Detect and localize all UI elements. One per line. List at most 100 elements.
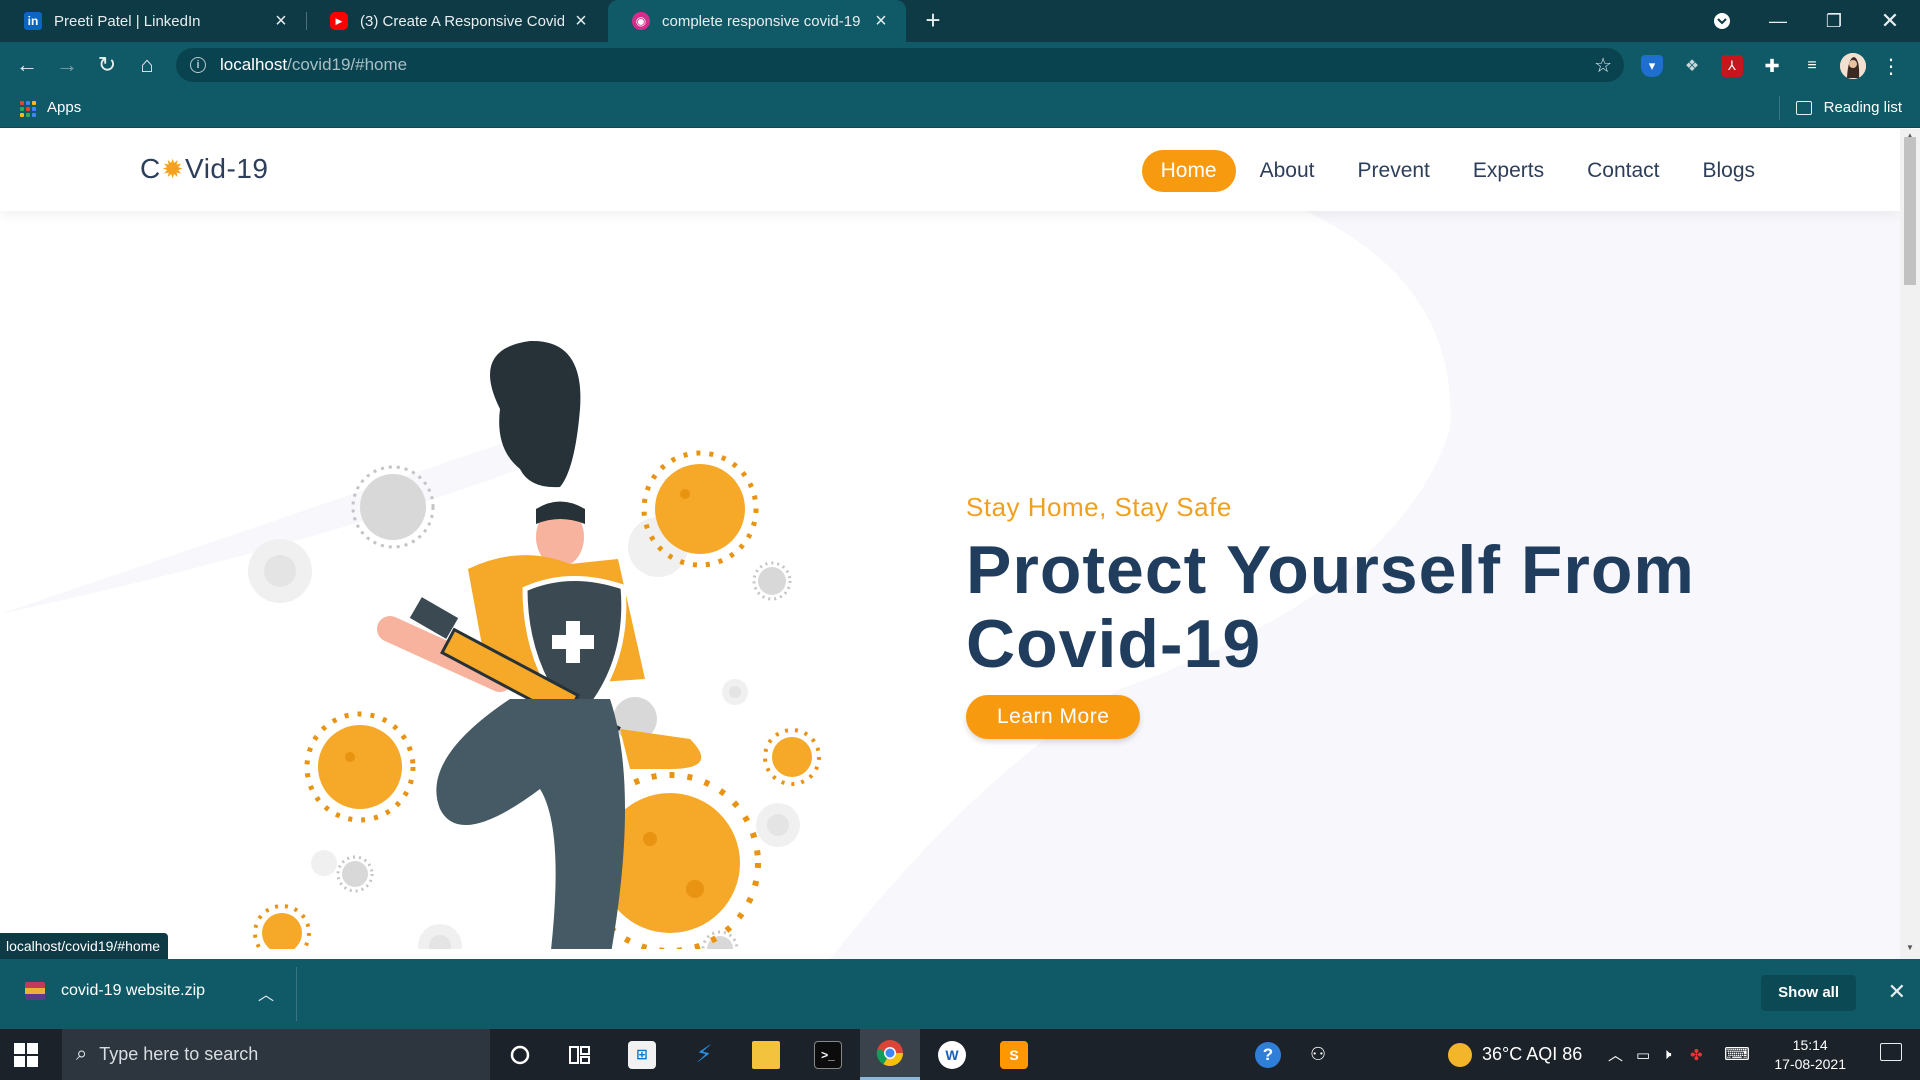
tab-title: (3) Create A Responsive Covid-19 xyxy=(360,12,564,30)
reading-list-button[interactable]: Reading list xyxy=(1795,99,1902,116)
close-window-icon[interactable]: ✕ xyxy=(1862,0,1918,42)
learn-more-button[interactable]: Learn More xyxy=(966,695,1141,739)
chrome-icon[interactable] xyxy=(860,1029,920,1080)
close-tab-icon[interactable]: × xyxy=(570,10,592,33)
nav-experts[interactable]: Experts xyxy=(1454,150,1563,192)
battery-icon[interactable]: ▭ xyxy=(1636,1029,1650,1080)
reload-icon[interactable]: ↻ xyxy=(92,50,122,80)
nav-blogs[interactable]: Blogs xyxy=(1683,150,1774,192)
search-icon: ⌕ xyxy=(76,1043,88,1065)
zip-file-icon xyxy=(25,982,45,1000)
tab-youtube[interactable]: ▶ (3) Create A Responsive Covid-19 × xyxy=(306,0,606,42)
page-scrollbar[interactable]: ▲ ▼ xyxy=(1900,129,1920,959)
vscode-icon[interactable]: ⚡ xyxy=(674,1029,734,1080)
site-favicon: ◉ xyxy=(632,12,650,30)
bookmarks-bar: Apps Reading list xyxy=(0,88,1920,128)
close-tab-icon[interactable]: × xyxy=(870,10,892,33)
tray-chevron-icon[interactable]: ︿ xyxy=(1608,1029,1623,1080)
bookmark-divider xyxy=(1779,96,1780,120)
restore-icon[interactable]: ❐ xyxy=(1806,0,1862,42)
site-info-icon[interactable]: i xyxy=(190,57,206,73)
weather-sun-icon xyxy=(1448,1042,1472,1067)
scrollbar-thumb[interactable] xyxy=(1904,137,1916,285)
headline-line-2: Covid-19 xyxy=(966,606,1262,682)
file-explorer-icon[interactable] xyxy=(736,1029,796,1080)
clock-time: 15:14 xyxy=(1792,1037,1828,1053)
link-status-bubble: localhost/covid19/#home xyxy=(0,933,169,959)
close-downloads-icon[interactable]: ✕ xyxy=(1888,979,1906,1005)
media-control-icon[interactable]: ≡ xyxy=(1801,55,1823,77)
linkedin-icon: in xyxy=(24,12,42,30)
hero-illustration xyxy=(248,340,821,949)
nav-home[interactable]: Home xyxy=(1141,150,1236,192)
new-tab-icon[interactable]: + xyxy=(919,7,947,35)
show-all-button[interactable]: Show all xyxy=(1761,975,1856,1011)
browser-tab-strip: in Preeti Patel | LinkedIn × ▶ (3) Creat… xyxy=(0,0,1920,42)
profile-avatar[interactable] xyxy=(1840,53,1866,79)
logo-text: Vid-19 xyxy=(185,153,269,184)
downloads-bar: covid-19 website.zip ︿ Show all ✕ xyxy=(0,959,1920,1029)
reading-list-label: Reading list xyxy=(1823,99,1902,116)
action-center-icon[interactable] xyxy=(1880,1043,1902,1061)
tab-title: Preeti Patel | LinkedIn xyxy=(54,12,201,30)
nav-about[interactable]: About xyxy=(1241,150,1334,192)
taskbar-clock[interactable]: 15:14 17-08-2021 xyxy=(1774,1036,1846,1074)
people-icon[interactable]: ⚇ xyxy=(1310,1029,1326,1080)
downloads-divider xyxy=(296,967,297,1021)
apps-grid-icon[interactable] xyxy=(20,101,36,117)
download-filename: covid-19 website.zip xyxy=(61,982,206,999)
url-host: localhost xyxy=(220,55,288,74)
url-path: /covid19/#home xyxy=(287,55,408,74)
address-url[interactable]: localhost/covid19/#home xyxy=(220,55,407,75)
menu-kebab-icon[interactable]: ⋮ xyxy=(1880,55,1902,78)
cortana-icon[interactable] xyxy=(490,1029,550,1080)
main-navigation: Home About Prevent Experts Contact Blogs xyxy=(1137,150,1774,192)
close-tab-icon[interactable]: × xyxy=(270,10,292,33)
chevron-up-icon[interactable]: ︿ xyxy=(258,981,274,1005)
tab-linkedin[interactable]: in Preeti Patel | LinkedIn × xyxy=(0,0,306,42)
weather-widget[interactable]: 36°C AQI 86 xyxy=(1448,1029,1582,1080)
terminal-icon[interactable]: >_ xyxy=(798,1029,858,1080)
hero-headline: Protect Yourself From Covid-19 xyxy=(966,533,1846,681)
tab-title: complete responsive covid-19 we xyxy=(662,12,864,30)
notification-app-icon[interactable]: ✤ xyxy=(1690,1029,1703,1080)
nav-prevent[interactable]: Prevent xyxy=(1339,150,1449,192)
home-icon[interactable]: ⌂ xyxy=(132,50,162,80)
youtube-icon: ▶ xyxy=(330,12,348,30)
taskbar-search[interactable]: ⌕ Type here to search xyxy=(62,1029,490,1080)
task-view-icon[interactable] xyxy=(550,1029,610,1080)
sublime-text-icon[interactable]: S xyxy=(984,1029,1044,1080)
dropbox-extension-icon[interactable]: ❖ xyxy=(1681,55,1703,77)
whiteboard-icon[interactable]: W xyxy=(922,1029,982,1080)
reading-list-icon xyxy=(1795,100,1812,115)
bookmark-star-icon[interactable]: ☆ xyxy=(1594,53,1612,78)
windows-start-icon[interactable] xyxy=(14,1043,38,1067)
forward-icon[interactable]: → xyxy=(52,50,82,80)
acrobat-extension-icon[interactable]: ⅄ xyxy=(1721,55,1743,77)
extensions-puzzle-icon[interactable]: ✚ xyxy=(1761,55,1783,77)
address-bar[interactable]: i localhost/covid19/#home ☆ xyxy=(176,48,1624,82)
store-icon[interactable]: ⊞ xyxy=(612,1029,672,1080)
tab-search-icon[interactable] xyxy=(1694,0,1750,42)
minimize-icon[interactable]: — xyxy=(1750,0,1806,42)
logo-letter: C xyxy=(140,153,161,184)
search-placeholder: Type here to search xyxy=(99,1044,259,1064)
back-icon[interactable]: ← xyxy=(12,50,42,80)
nav-contact[interactable]: Contact xyxy=(1568,150,1678,192)
weather-text: 36°C AQI 86 xyxy=(1482,1044,1583,1064)
keyboard-icon[interactable]: ⌨ xyxy=(1724,1029,1750,1080)
windows-taskbar: ⌕ Type here to search ⊞ ⚡ >_ W S ? ⚇ 36°… xyxy=(0,1029,1920,1080)
download-item[interactable]: covid-19 website.zip xyxy=(25,982,205,1000)
help-icon[interactable]: ? xyxy=(1255,1029,1281,1080)
shield-extension-icon[interactable]: ▾ xyxy=(1641,55,1663,77)
volume-muted-icon[interactable]: 🕨 xyxy=(1662,1029,1671,1080)
headline-line-1: Protect Yourself From xyxy=(966,532,1695,608)
browser-toolbar: ← → ↻ ⌂ i localhost/covid19/#home ☆ ▾ ❖ … xyxy=(0,42,1920,88)
hero-section: Stay Home, Stay Safe Protect Yourself Fr… xyxy=(966,492,1846,739)
site-header: C ✹ Vid-19 Home About Prevent Experts Co… xyxy=(0,129,1900,211)
apps-bookmark[interactable]: Apps xyxy=(47,99,81,116)
site-logo[interactable]: C ✹ Vid-19 xyxy=(140,153,268,185)
scroll-down-icon[interactable]: ▼ xyxy=(1900,943,1920,957)
tab-covid-site[interactable]: ◉ complete responsive covid-19 we × xyxy=(608,0,906,42)
clock-date: 17-08-2021 xyxy=(1774,1056,1846,1072)
